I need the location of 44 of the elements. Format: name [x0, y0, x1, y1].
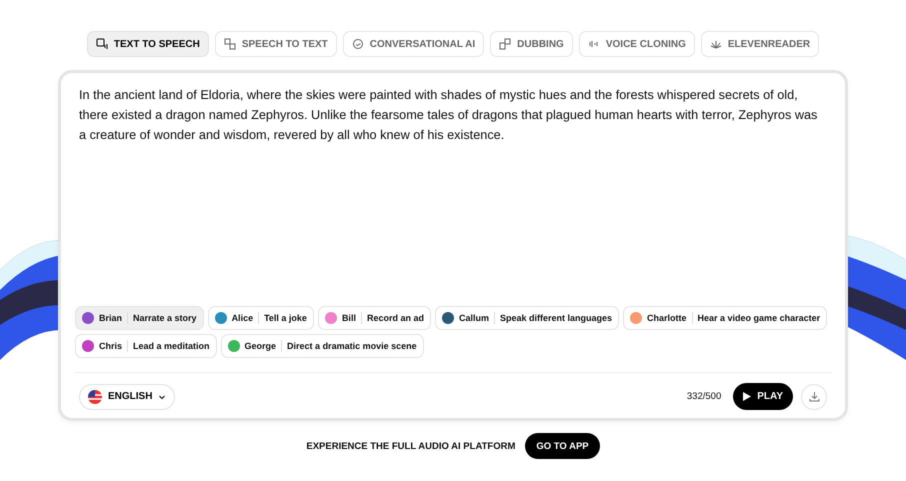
voice-name: Alice: [232, 313, 254, 323]
mode-tab[interactable]: DUBBING: [490, 31, 573, 57]
voice-prompt: Hear a video game character: [698, 313, 820, 323]
leaf-icon: [710, 38, 722, 50]
mode-tab[interactable]: VOICE CLONING: [578, 31, 695, 57]
download-icon: [808, 391, 820, 402]
voice-chip[interactable]: Bill Record an ad: [318, 306, 431, 330]
mode-tab[interactable]: ELEVENREADER: [700, 31, 820, 57]
voice-prompt: Tell a joke: [264, 313, 307, 323]
voice-prompt: Narrate a story: [133, 313, 197, 323]
voice-prompt: Speak different languages: [500, 313, 612, 323]
voice-prompt: Lead a meditation: [133, 341, 210, 351]
voice-chip[interactable]: Brian Narrate a story: [75, 306, 204, 330]
sound-icon: [588, 38, 600, 50]
play-button[interactable]: PLAY: [733, 383, 793, 410]
voice-chip[interactable]: Charlotte Hear a video game character: [623, 306, 828, 330]
download-button[interactable]: [801, 384, 827, 410]
promo-text: EXPERIENCE THE FULL AUDIO AI PLATFORM: [306, 440, 516, 452]
voice-name: Chris: [99, 341, 122, 351]
flag-icon: [88, 390, 102, 404]
voice-chip[interactable]: Alice Tell a joke: [208, 306, 314, 330]
voice-name: Bill: [342, 313, 356, 323]
language-select[interactable]: ENGLISH: [79, 384, 176, 410]
mode-tab[interactable]: SPEECH TO TEXT: [214, 31, 337, 57]
text-speech-icon: [96, 38, 108, 50]
mode-tab[interactable]: CONVERSATIONAL AI: [342, 31, 484, 57]
voice-name: Charlotte: [647, 313, 687, 323]
voice-prompt: Direct a dramatic movie scene: [287, 341, 417, 351]
voice-name: Callum: [458, 313, 489, 323]
story-text: In the ancient land of Eldoria, where the skies were painted with shades of mystic hues and the forests whispered secrets of old, there existed a dragon named Zephyros. Unlike the fearsome tales of dragons that plagued human hearts with terror, Zephyros was a creature of wonder and wisdom, revered by all who knew of his existence.: [78, 87, 818, 144]
voice-chip[interactable]: Chris Lead a meditation: [75, 334, 217, 358]
go-to-app-button[interactable]: GO TO APP: [525, 433, 600, 459]
mode-tab[interactable]: TEXT TO SPEECH: [86, 31, 209, 57]
voice-prompt: Record an ad: [366, 313, 424, 323]
voice-name: Brian: [99, 313, 122, 323]
chevron-icon: [158, 392, 166, 400]
translate-icon: [224, 38, 236, 50]
play-icon: [743, 392, 752, 401]
dubbing-icon: [499, 38, 512, 50]
chat-icon: [352, 38, 364, 50]
character-counter: 332/500: [686, 391, 722, 402]
voice-chip[interactable]: George Direct a dramatic movie scene: [220, 334, 424, 358]
voice-chip[interactable]: Callum Speak different languages: [434, 306, 620, 330]
voice-name: George: [244, 341, 276, 351]
